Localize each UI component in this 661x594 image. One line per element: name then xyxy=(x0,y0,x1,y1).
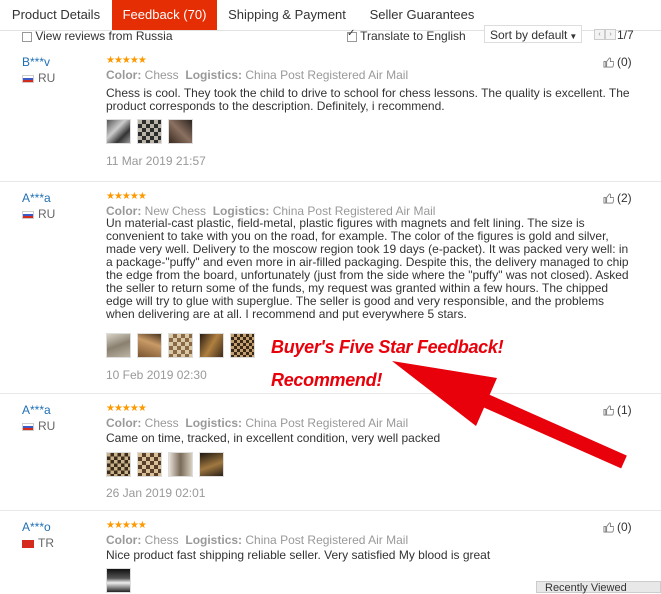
translate-checkbox[interactable] xyxy=(347,28,357,42)
review-item: A***a RU ★★★★★ Color: Chess Logistics: C… xyxy=(0,393,661,511)
review-photo[interactable] xyxy=(106,452,131,477)
logistics-value: China Post Registered Air Mail xyxy=(245,416,409,430)
thumbs-up-icon xyxy=(603,193,614,204)
review-text: Came on time, tracked, in excellent cond… xyxy=(106,431,441,445)
helpful-count: (0) xyxy=(617,55,632,69)
review-photos xyxy=(106,452,230,477)
promo-headline: Buyer's Five Star Feedback! xyxy=(271,337,504,357)
translate-filter[interactable]: Translate to English xyxy=(347,28,466,43)
recently-viewed-tab[interactable]: Recently Viewed xyxy=(536,581,661,594)
reviewer-country: RU xyxy=(22,207,55,221)
color-value: Chess xyxy=(144,68,179,82)
color-label: Color: xyxy=(106,68,142,82)
helpful-button[interactable]: (0) xyxy=(603,520,632,534)
review-item: A***a RU ★★★★★ Color: New Chess Logistic… xyxy=(0,181,661,394)
thumbs-up-icon xyxy=(603,57,614,68)
chevron-down-icon: ▼ xyxy=(569,32,578,41)
review-photo[interactable] xyxy=(230,333,255,358)
review-date: 11 Mar 2019 21:57 xyxy=(106,154,206,168)
review-photos xyxy=(106,568,137,593)
translate-label: Translate to English xyxy=(360,29,466,43)
view-reviews-label: View reviews from Russia xyxy=(35,29,173,43)
review-meta: Color: Chess Logistics: China Post Regis… xyxy=(106,416,408,430)
sort-label: Sort by default xyxy=(490,28,568,42)
review-photo[interactable] xyxy=(199,452,224,477)
review-date: 10 Feb 2019 02:30 xyxy=(106,368,207,382)
color-value: Chess xyxy=(144,533,179,547)
rating-stars: ★★★★★ xyxy=(106,520,147,531)
review-text: Un material-cast plastic, field-metal, p… xyxy=(106,216,629,321)
review-meta: Color: Chess Logistics: China Post Regis… xyxy=(106,68,408,82)
rating-stars: ★★★★★ xyxy=(106,55,147,66)
thumbs-up-icon xyxy=(603,522,614,533)
page-indicator: 1/7 xyxy=(617,28,634,42)
reviewer-name[interactable]: A***o xyxy=(22,520,51,534)
country-code: RU xyxy=(38,419,56,433)
review-photo[interactable] xyxy=(137,452,162,477)
rating-stars: ★★★★★ xyxy=(106,403,147,414)
review-item: B***v RU ★★★★★ Color: Chess Logistics: C… xyxy=(0,45,661,182)
review-photo[interactable] xyxy=(199,333,224,358)
review-photo[interactable] xyxy=(137,119,162,144)
review-photos xyxy=(106,119,199,144)
helpful-count: (0) xyxy=(617,520,632,534)
logistics-label: Logistics: xyxy=(185,533,243,547)
review-meta: Color: Chess Logistics: China Post Regis… xyxy=(106,533,408,547)
feedback-toolbar: View reviews from Russia Translate to En… xyxy=(0,24,661,46)
helpful-button[interactable]: (1) xyxy=(603,403,632,417)
logistics-label: Logistics: xyxy=(185,416,243,430)
view-reviews-filter[interactable]: View reviews from Russia xyxy=(22,29,173,43)
review-photo[interactable] xyxy=(168,119,193,144)
helpful-button[interactable]: (2) xyxy=(603,191,632,205)
helpful-count: (1) xyxy=(617,403,632,417)
helpful-button[interactable]: (0) xyxy=(603,55,632,69)
rating-stars: ★★★★★ xyxy=(106,191,147,202)
review-photo[interactable] xyxy=(137,333,162,358)
logistics-value: China Post Registered Air Mail xyxy=(245,533,409,547)
color-label: Color: xyxy=(106,416,142,430)
reviewer-country: RU xyxy=(22,71,55,85)
country-code: RU xyxy=(38,207,56,221)
logistics-label: Logistics: xyxy=(185,68,243,82)
review-text: Nice product fast shipping reliable sell… xyxy=(106,548,491,562)
reviewer-name[interactable]: B***v xyxy=(22,55,50,69)
thumbs-up-icon xyxy=(603,405,614,416)
sort-select[interactable]: Sort by default ▼ xyxy=(484,25,582,43)
reviewer-name[interactable]: A***a xyxy=(22,403,51,417)
next-page-button[interactable]: › xyxy=(605,29,616,40)
review-photo[interactable] xyxy=(106,333,131,358)
flag-ru-icon xyxy=(22,422,34,431)
review-photos xyxy=(106,333,261,358)
reviewer-name[interactable]: A***a xyxy=(22,191,51,205)
color-value: Chess xyxy=(144,416,179,430)
review-photo[interactable] xyxy=(106,119,131,144)
country-code: TR xyxy=(38,536,54,550)
flag-tr-icon xyxy=(22,539,34,548)
review-photo[interactable] xyxy=(168,452,193,477)
view-reviews-checkbox[interactable] xyxy=(22,31,32,42)
reviewer-country: RU xyxy=(22,419,55,433)
country-code: RU xyxy=(38,71,56,85)
flag-ru-icon xyxy=(22,74,34,83)
flag-ru-icon xyxy=(22,210,34,219)
helpful-count: (2) xyxy=(617,191,632,205)
color-label: Color: xyxy=(106,533,142,547)
review-photo[interactable] xyxy=(168,333,193,358)
review-date: 26 Jan 2019 02:01 xyxy=(106,486,206,500)
review-text: Chess is cool. They took the child to dr… xyxy=(106,86,630,113)
review-photo[interactable] xyxy=(106,568,131,593)
promo-subline: Recommend! xyxy=(271,370,383,390)
reviewer-country: TR xyxy=(22,536,54,550)
prev-page-button[interactable]: ‹ xyxy=(594,29,605,40)
logistics-value: China Post Registered Air Mail xyxy=(245,68,409,82)
